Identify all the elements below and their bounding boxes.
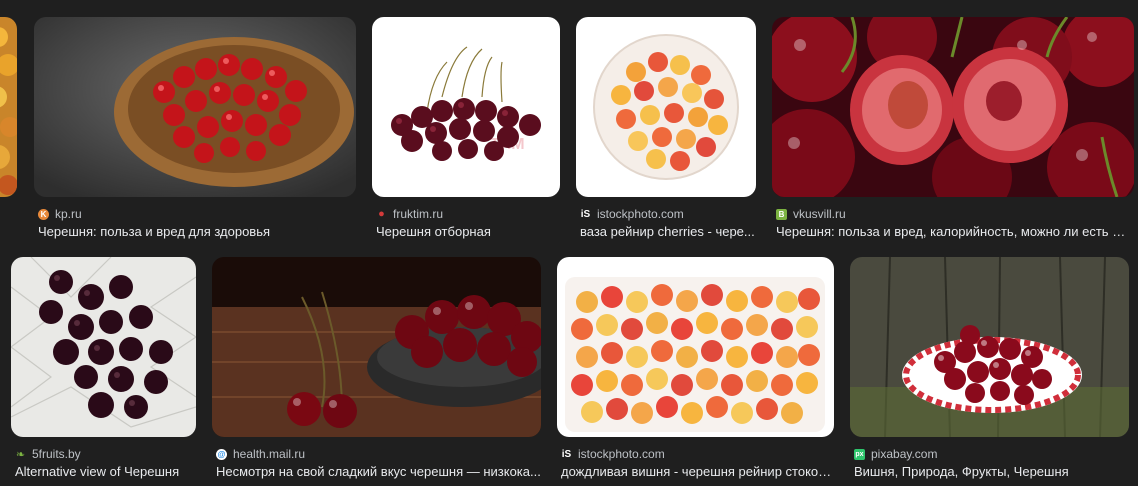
source-label: health.mail.ru <box>233 447 306 461</box>
result-thumbnail[interactable] <box>850 257 1129 437</box>
result-source[interactable]: px pixabay.com <box>854 447 937 461</box>
source-label: kp.ru <box>55 207 82 221</box>
result-thumbnail[interactable] <box>772 17 1134 197</box>
source-label: istockphoto.com <box>597 207 684 221</box>
vkusvill-favicon-icon: B <box>776 208 787 220</box>
result-title[interactable]: Черешня отборная <box>376 224 560 240</box>
result-title[interactable]: дождливая вишня - черешня рейнир стоков.… <box>561 464 834 480</box>
source-label: fruktim.ru <box>393 207 444 221</box>
result-title[interactable]: Вишня, Природа, Фрукты, Черешня <box>854 464 1129 480</box>
result-thumbnail[interactable] <box>576 17 756 197</box>
result-source[interactable]: K kp.ru <box>38 207 82 221</box>
result-source[interactable]: ● fruktim.ru <box>376 207 443 221</box>
istock-favicon-icon: iS <box>561 448 572 460</box>
result-source[interactable]: B vkusvill.ru <box>776 207 846 221</box>
result-thumbnail[interactable] <box>34 17 356 197</box>
result-thumbnail[interactable] <box>212 257 541 437</box>
result-source[interactable]: iS istockphoto.com <box>580 207 684 221</box>
result-thumbnail[interactable] <box>557 257 834 437</box>
mail-favicon-icon: @ <box>216 448 227 460</box>
result-source[interactable]: @ health.mail.ru <box>216 447 305 461</box>
result-title[interactable]: ваза рейнир cherries - чере... <box>580 224 756 240</box>
result-thumbnail[interactable]: ТИМ <box>372 17 560 197</box>
kp-favicon-icon: K <box>38 208 49 220</box>
result-title[interactable]: Черешня: польза и вред для здоровья <box>38 224 356 240</box>
result-thumbnail[interactable] <box>11 257 196 437</box>
source-label: 5fruits.by <box>32 447 81 461</box>
source-label: vkusvill.ru <box>793 207 846 221</box>
source-label: istockphoto.com <box>578 447 665 461</box>
result-title[interactable]: Черешня: польза и вред, калорийность, мо… <box>776 224 1132 240</box>
result-source[interactable]: iS istockphoto.com <box>561 447 665 461</box>
result-thumbnail[interactable] <box>0 17 17 197</box>
istock-favicon-icon: iS <box>580 208 591 220</box>
cherry-favicon-icon: ● <box>378 208 385 220</box>
fruit-favicon-icon: ❧ <box>15 448 26 461</box>
source-label: pixabay.com <box>871 447 938 461</box>
result-source[interactable]: ❧ 5fruits.by <box>15 447 81 461</box>
result-title[interactable]: Alternative view of Черешня <box>15 464 196 480</box>
pixabay-favicon-icon: px <box>854 448 865 460</box>
result-title[interactable]: Несмотря на свой сладкий вкус черешня — … <box>216 464 541 480</box>
